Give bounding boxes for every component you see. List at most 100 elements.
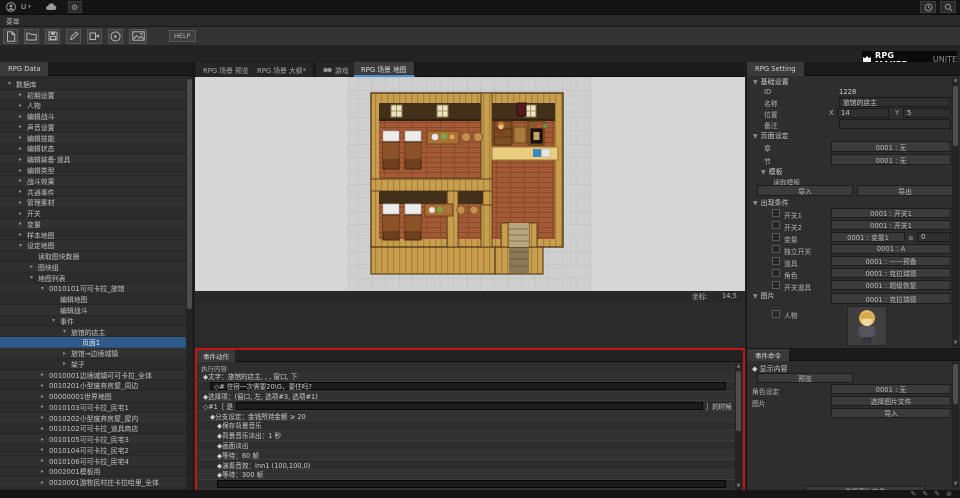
select-image-button[interactable]: 选择图片文件 xyxy=(831,396,951,406)
chevron-down-icon[interactable]: ▾ xyxy=(61,328,68,335)
tree-item[interactable]: ▸0010202小型废弃房屋_屋内 xyxy=(0,413,187,424)
tree-item[interactable]: ▸样本地图 xyxy=(0,230,187,241)
chevron-right-icon[interactable]: ▸ xyxy=(17,134,24,141)
tree-item[interactable]: ▸旅馆→边境城镇 xyxy=(0,348,187,359)
new-file-button[interactable] xyxy=(3,29,18,44)
condition-value-button[interactable]: 0001 : 开关1 xyxy=(831,220,951,230)
pencil-disabled-icon[interactable]: ✎ xyxy=(911,490,917,498)
tree-item[interactable]: ▾事件 xyxy=(0,316,187,327)
condition-value-button[interactable]: 0001 : 超级恢复 xyxy=(831,280,951,290)
chapter-button[interactable]: 0001 : 无 xyxy=(831,141,951,152)
tab-rpg-scene-outline[interactable]: RPG 场景 大纲* xyxy=(250,62,314,77)
condition-value-button[interactable]: 0001 : 变量1 xyxy=(831,232,905,242)
tree-item[interactable]: ▸0010104可可卡拉_民宅2 xyxy=(0,445,187,456)
condition-value-button[interactable]: 0001 : A xyxy=(831,244,951,254)
section-appear-conditions[interactable]: ▼ 出现条件 xyxy=(753,198,789,208)
history-icon[interactable] xyxy=(920,1,936,13)
tree-item[interactable]: ▸编辑战斗 xyxy=(0,111,187,122)
tree-item[interactable]: ▸0010201小型废弃房屋_周边 xyxy=(0,380,187,391)
chevron-right-icon[interactable]: ▸ xyxy=(17,167,24,174)
tab-event-command[interactable]: 事件命令 xyxy=(747,349,789,361)
chevron-right-icon[interactable]: ▸ xyxy=(39,414,46,421)
account-icon[interactable] xyxy=(4,2,17,13)
event-command-row[interactable]: ◆画面淡出 xyxy=(198,441,736,451)
chevron-right-icon[interactable]: ▸ xyxy=(61,360,68,367)
cloud-icon[interactable] xyxy=(45,2,58,13)
y-field[interactable]: 5 xyxy=(903,108,951,118)
tree-item[interactable]: ▸人物 xyxy=(0,101,187,112)
tab-event-actions[interactable]: 事件动作 xyxy=(197,350,235,362)
chevron-down-icon[interactable]: ▾ xyxy=(39,285,46,292)
save-button[interactable] xyxy=(45,29,60,44)
event-command-inline-field[interactable] xyxy=(236,402,703,411)
tree-item[interactable]: ▸管理素材 xyxy=(0,197,187,208)
image-actor-button[interactable]: 0001 : 克拉瑞德 xyxy=(831,293,951,304)
chevron-right-icon[interactable]: ▸ xyxy=(17,102,24,109)
menu-item[interactable]: 菜单 xyxy=(6,16,20,26)
tree-item[interactable]: ▸图块组 xyxy=(0,262,187,273)
chevron-down-icon[interactable]: ▾ xyxy=(50,317,57,324)
chevron-right-icon[interactable]: ▸ xyxy=(39,393,46,400)
tree-item[interactable]: 编辑战斗 xyxy=(0,305,187,316)
tree-item[interactable]: ▸声音设置 xyxy=(0,122,187,133)
play-button[interactable] xyxy=(108,29,123,44)
character-sprite-thumbnail[interactable] xyxy=(847,306,887,346)
tree-item[interactable]: ▸00000001世界地图 xyxy=(0,391,187,402)
chevron-right-icon[interactable]: ▸ xyxy=(17,220,24,227)
tree-item[interactable]: ▸0010103可可卡拉_民宅1 xyxy=(0,402,187,413)
tree-item[interactable]: ▸战斗效果 xyxy=(0,176,187,187)
tree-item[interactable]: ▾旅馆的店主 xyxy=(0,327,187,338)
chevron-right-icon[interactable]: ▸ xyxy=(39,436,46,443)
condition-checkbox[interactable] xyxy=(772,233,780,241)
event-command-row[interactable]: ◆分支设定：金钱所持金额 ≥ 20 xyxy=(198,411,736,421)
name-field[interactable]: 旅馆的店主 xyxy=(839,97,951,107)
chevron-right-icon[interactable]: ▸ xyxy=(28,263,35,270)
tree-item[interactable]: ▸初期设置 xyxy=(0,90,187,101)
event-command-row[interactable]: ◆等待：300 帧 xyxy=(198,470,736,480)
chevron-down-icon[interactable]: ▾ xyxy=(28,274,35,281)
person-checkbox[interactable] xyxy=(772,310,780,318)
chevron-right-icon[interactable]: ▸ xyxy=(39,468,46,475)
chevron-right-icon[interactable]: ▸ xyxy=(17,113,24,120)
tab-rpg-setting[interactable]: RPG Setting xyxy=(747,62,804,76)
tree-item[interactable]: ▸共通事件 xyxy=(0,187,187,198)
note-field[interactable] xyxy=(839,119,951,129)
user-menu[interactable]: U ▾ xyxy=(21,2,31,13)
gear-icon[interactable]: ⚙ xyxy=(68,1,82,13)
tree-item[interactable]: ▸0010001边境城镇可可卡拉_全体 xyxy=(0,370,187,381)
section-basic-settings[interactable]: ▼ 基础设置 xyxy=(753,77,789,87)
chevron-right-icon[interactable]: ▸ xyxy=(17,145,24,152)
import-export-button[interactable] xyxy=(87,29,102,44)
tree-item[interactable]: ▸0010102可可卡拉_道具商店 xyxy=(0,424,187,435)
tree-item[interactable]: ▸0010106可可卡拉_民宅4 xyxy=(0,456,187,467)
event-command-row[interactable]: ◆选择项：(窗口, 左, 选项#3, 选项#1) xyxy=(198,392,736,402)
tree-item[interactable]: ▸0002001模板用 xyxy=(0,467,187,478)
x-field[interactable]: 14 xyxy=(837,108,889,118)
chevron-right-icon[interactable]: ▸ xyxy=(39,371,46,378)
import-image-button[interactable]: 导入 xyxy=(831,408,951,418)
preview-button[interactable]: 预览 xyxy=(757,373,853,383)
condition-checkbox[interactable] xyxy=(772,245,780,253)
chevron-right-icon[interactable]: ▸ xyxy=(17,188,24,195)
event-command-row[interactable] xyxy=(198,480,736,490)
tree-item[interactable]: ▾设定地图 xyxy=(0,240,187,251)
tab-rpg-scene-preview[interactable]: RPG 场景 预览 xyxy=(196,62,257,77)
condition-checkbox[interactable] xyxy=(772,257,780,265)
tree-item[interactable]: ▸变量 xyxy=(0,219,187,230)
tree-item[interactable]: ▸编辑装备·道具 xyxy=(0,154,187,165)
chevron-right-icon[interactable]: ▸ xyxy=(39,457,46,464)
tree-item[interactable]: ▾数据库 xyxy=(0,79,187,90)
chevron-down-icon[interactable]: ▾ xyxy=(6,80,13,87)
tree-scrollbar[interactable] xyxy=(186,77,193,490)
tree-item[interactable]: ▸编辑技能 xyxy=(0,133,187,144)
chevron-right-icon[interactable]: ▸ xyxy=(17,91,24,98)
chevron-right-icon[interactable]: ▸ xyxy=(17,199,24,206)
tree-item[interactable]: ▸编辑状态 xyxy=(0,144,187,155)
tree-item[interactable]: ▸0020001游牧民村庄卡拉哈里_全体 xyxy=(0,477,187,488)
tree-item[interactable]: ▸开关 xyxy=(0,208,187,219)
condition-value-button[interactable]: 0001 : 克拉瑞德 xyxy=(831,268,951,278)
chevron-right-icon[interactable]: ▸ xyxy=(39,446,46,453)
tab-game[interactable]: 游戏 xyxy=(316,62,357,77)
tab-rpg-data[interactable]: RPG Data xyxy=(0,62,48,76)
tree-item[interactable]: 页面1 xyxy=(0,337,187,348)
